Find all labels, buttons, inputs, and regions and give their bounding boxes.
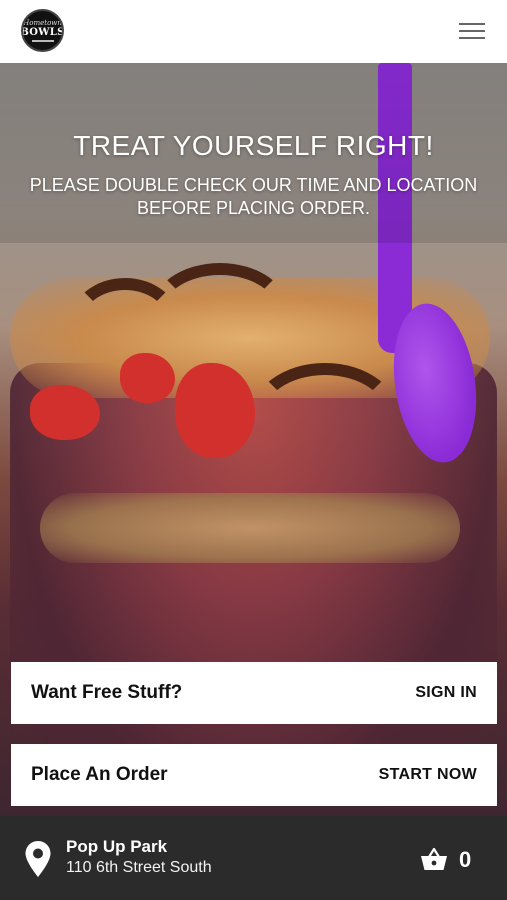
brand-logo[interactable]: Hometown BOWLS bbox=[21, 9, 64, 52]
granola-layer bbox=[40, 493, 460, 563]
top-bar: Hometown BOWLS bbox=[0, 0, 507, 63]
location-address[interactable]: 110 6th Street South bbox=[66, 859, 212, 877]
chocolate-drizzle bbox=[250, 363, 400, 473]
shopping-basket-icon[interactable] bbox=[420, 846, 448, 872]
order-title: Place An Order bbox=[31, 764, 168, 785]
cart-count-badge[interactable]: 0 bbox=[459, 847, 471, 873]
logo-subtext: Hometown bbox=[23, 18, 62, 27]
hamburger-menu-icon[interactable] bbox=[459, 20, 485, 42]
rewards-title: Want Free Stuff? bbox=[31, 682, 183, 703]
chocolate-drizzle bbox=[150, 263, 290, 363]
rewards-card[interactable]: Want Free Stuff? SIGN IN bbox=[11, 662, 497, 724]
hero-headline: TREAT YOURSELF RIGHT! bbox=[73, 130, 434, 161]
strawberry bbox=[175, 363, 255, 458]
menu-line bbox=[459, 30, 485, 32]
menu-line bbox=[459, 37, 485, 39]
strawberry bbox=[30, 385, 100, 440]
logo-divider bbox=[31, 39, 54, 42]
place-order-card[interactable]: Place An Order START NOW bbox=[11, 744, 497, 806]
logo-text: BOWLS bbox=[21, 26, 64, 38]
menu-line bbox=[459, 23, 485, 25]
location-footer: Pop Up Park 110 6th Street South 0 bbox=[0, 816, 507, 900]
location-name[interactable]: Pop Up Park bbox=[66, 837, 167, 857]
start-now-button[interactable]: START NOW bbox=[379, 766, 477, 784]
hero-notice: PLEASE DOUBLE CHECK OUR TIME AND LOCATIO… bbox=[29, 175, 478, 218]
location-pin-icon[interactable] bbox=[24, 840, 52, 878]
sign-in-button[interactable]: SIGN IN bbox=[415, 684, 477, 702]
